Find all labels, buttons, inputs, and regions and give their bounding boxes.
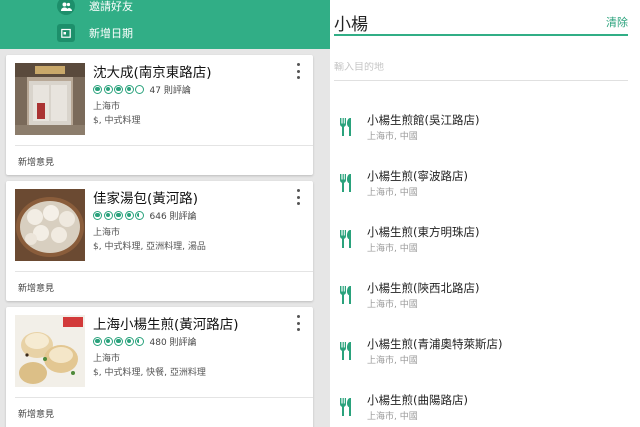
place-photo: [15, 189, 85, 261]
result-item[interactable]: 小楊生煎(青浦奧特萊斯店) 上海市, 中國: [330, 336, 640, 376]
saved-place-card[interactable]: 上海小楊生煎(黃河路店) 480 則評論 上海市 $, 中式料理, 快餐, 亞洲…: [6, 307, 313, 427]
divider: [15, 271, 313, 272]
restaurant-icon: [340, 398, 351, 416]
place-category: $, 中式料理: [93, 116, 141, 126]
more-options-icon[interactable]: [293, 315, 303, 331]
rating-dot-icon: [124, 336, 134, 346]
search-underline: [334, 34, 628, 36]
result-name: 小楊生煎(陝西北路店): [367, 281, 480, 295]
place-city: 上海市: [93, 354, 121, 364]
place-category: $, 中式料理, 亞洲料理, 湯品: [93, 242, 206, 252]
result-item[interactable]: 小楊生煎(曲陽路店) 上海市, 中國: [330, 392, 640, 427]
rating-dot-icon: [124, 210, 134, 220]
review-count[interactable]: 480 則評論: [150, 335, 197, 348]
result-name: 小楊生煎館(吳江路店): [367, 113, 480, 127]
restaurant-icon: [340, 342, 351, 360]
restaurant-icon: [340, 286, 351, 304]
result-item[interactable]: 小楊生煎館(吳江路店) 上海市, 中國: [330, 112, 640, 152]
trip-panel: 邀請好友 新增日期 沈大成(南京東路店) 47 則評論 上海市 $, 中式料理 …: [0, 0, 330, 427]
destination-input[interactable]: [334, 62, 624, 73]
calendar-icon: [57, 24, 75, 42]
rating-dot-icon: [93, 210, 102, 220]
add-note-button[interactable]: 新增意見: [18, 281, 54, 294]
destination-underline: [334, 80, 628, 81]
place-category: $, 中式料理, 快餐, 亞洲料理: [93, 368, 206, 378]
people-icon: [57, 0, 75, 15]
clear-button[interactable]: 清除: [606, 14, 628, 30]
search-input[interactable]: 小楊: [334, 10, 368, 35]
divider: [15, 145, 313, 146]
result-name: 小楊生煎(東方明珠店): [367, 225, 480, 239]
rating-dot-icon: [93, 84, 102, 94]
review-count[interactable]: 646 則評論: [150, 209, 197, 222]
add-note-button[interactable]: 新增意見: [18, 407, 54, 420]
result-item[interactable]: 小楊生煎(陝西北路店) 上海市, 中國: [330, 280, 640, 320]
rating: 47 則評論: [93, 83, 191, 96]
result-name: 小楊生煎(寧波路店): [367, 169, 468, 183]
rating-dot-icon: [114, 84, 123, 94]
review-count[interactable]: 47 則評論: [150, 83, 191, 96]
rating-dot-icon: [93, 336, 102, 346]
result-location: 上海市, 中國: [367, 300, 418, 310]
saved-place-card[interactable]: 沈大成(南京東路店) 47 則評論 上海市 $, 中式料理 新增意見: [6, 55, 313, 175]
restaurant-icon: [340, 230, 351, 248]
more-options-icon[interactable]: [293, 189, 303, 205]
result-name: 小楊生煎(曲陽路店): [367, 393, 468, 407]
more-options-icon[interactable]: [293, 63, 303, 79]
place-title[interactable]: 沈大成(南京東路店): [93, 61, 212, 81]
result-location: 上海市, 中國: [367, 356, 418, 366]
rating-dot-icon: [135, 84, 144, 94]
place-photo: [15, 63, 85, 135]
drawer-header: 邀請好友 新增日期: [0, 0, 330, 49]
divider: [15, 397, 313, 398]
add-note-button[interactable]: 新增意見: [18, 155, 54, 168]
menu-add-date[interactable]: 新增日期: [0, 19, 330, 47]
menu-label: 邀請好友: [89, 0, 133, 13]
place-title[interactable]: 佳家湯包(黃河路): [93, 187, 198, 207]
rating-dot-icon: [103, 84, 113, 94]
rating-dot-icon: [114, 336, 123, 346]
restaurant-icon: [340, 118, 351, 136]
result-location: 上海市, 中國: [367, 412, 418, 422]
result-location: 上海市, 中國: [367, 132, 418, 142]
menu-invite-friends[interactable]: 邀請好友: [0, 0, 330, 20]
place-city: 上海市: [93, 228, 121, 238]
result-location: 上海市, 中國: [367, 244, 418, 254]
menu-label: 新增日期: [89, 27, 133, 40]
rating-dot-icon: [103, 336, 113, 346]
place-photo: [15, 315, 85, 387]
place-city: 上海市: [93, 102, 121, 112]
result-item[interactable]: 小楊生煎(寧波路店) 上海市, 中國: [330, 168, 640, 208]
result-item[interactable]: 小楊生煎(東方明珠店) 上海市, 中國: [330, 224, 640, 264]
result-location: 上海市, 中國: [367, 188, 418, 198]
rating-dot-icon: [124, 84, 134, 94]
rating: 480 則評論: [93, 335, 197, 348]
rating-dot-icon: [103, 210, 113, 220]
rating: 646 則評論: [93, 209, 197, 222]
rating-dot-icon: [114, 210, 123, 220]
result-name: 小楊生煎(青浦奧特萊斯店): [367, 337, 503, 351]
search-panel: 小楊 清除 小楊生煎館(吳江路店) 上海市, 中國 小楊生煎(寧波路店) 上海市…: [330, 0, 640, 427]
saved-place-card[interactable]: 佳家湯包(黃河路) 646 則評論 上海市 $, 中式料理, 亞洲料理, 湯品 …: [6, 181, 313, 301]
place-title[interactable]: 上海小楊生煎(黃河路店): [93, 313, 239, 333]
restaurant-icon: [340, 174, 351, 192]
rating-dot-icon: [135, 336, 144, 346]
rating-dot-icon: [135, 210, 144, 220]
